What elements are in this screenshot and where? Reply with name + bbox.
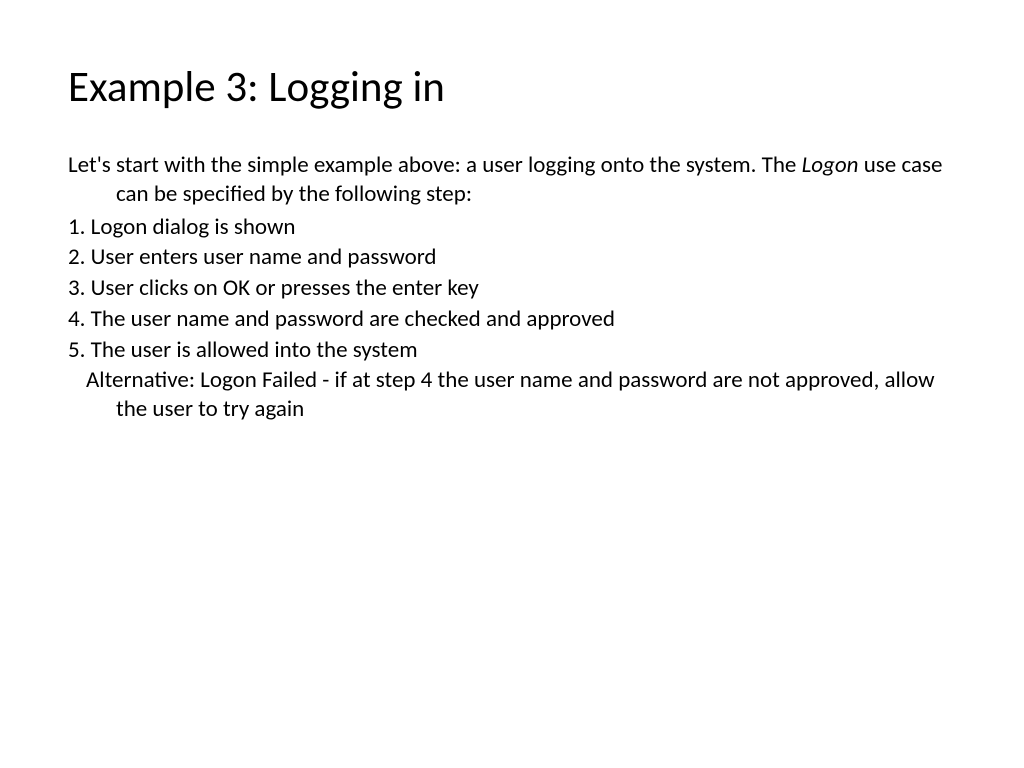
intro-text-italic: Logon [802,151,859,179]
slide-title: Example 3: Logging in [68,60,956,113]
step-2: 2. User enters user name and password [68,243,956,272]
step-1: 1. Logon dialog is shown [68,213,956,242]
slide-body: Let's start with the simple example abov… [68,151,956,424]
intro-text-part1: Let's start with the simple example abov… [68,151,802,179]
alternative-text: Alternative: Logon Failed - if at step 4… [68,366,956,424]
step-5: 5. The user is allowed into the system [68,336,956,365]
step-4: 4. The user name and password are checke… [68,305,956,334]
step-3: 3. User clicks on OK or presses the ente… [68,274,956,303]
intro-paragraph: Let's start with the simple example abov… [68,151,956,209]
